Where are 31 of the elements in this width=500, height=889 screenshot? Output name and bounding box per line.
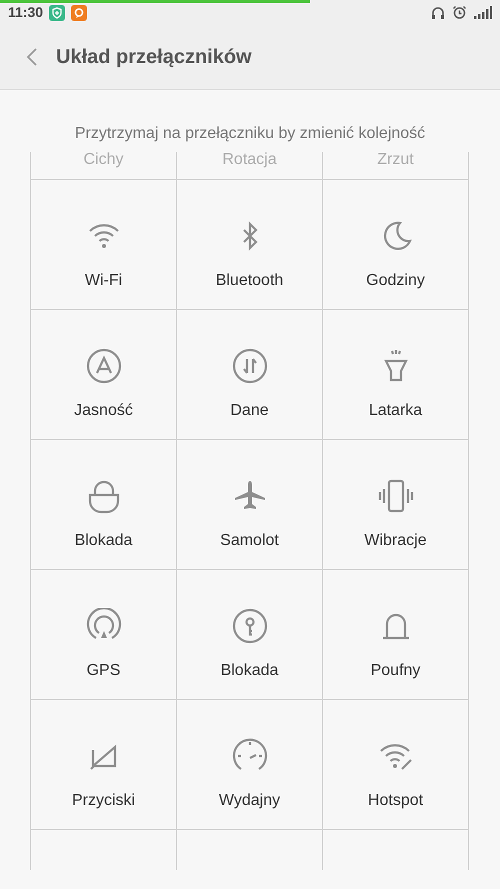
alarm-icon	[452, 5, 467, 20]
toggle-label: Godziny	[366, 271, 425, 291]
headphones-icon	[431, 6, 445, 20]
chat-app-icon	[71, 4, 88, 20]
toggle-label: Wi-Fi	[84, 271, 122, 291]
toggle-label: Blokada	[74, 531, 132, 551]
status-time: 11:30	[8, 3, 44, 22]
toggle-label: GPS	[86, 661, 120, 681]
toggle-label: Samolot	[220, 531, 279, 551]
signal-icon	[474, 6, 492, 19]
arrows-circle-icon	[232, 348, 268, 384]
key-circle-icon	[232, 608, 268, 644]
hint-text: Przytrzymaj na przełączniku by zmienić kolejność	[74, 124, 426, 144]
toggle-label: Zrzut	[377, 152, 414, 168]
toggle-label: Wydajny	[218, 791, 280, 811]
toggle-label: Przyciski	[72, 791, 136, 811]
letter-a-circle-icon	[86, 348, 122, 384]
toggle-label: Wibracje	[364, 531, 427, 551]
toggle-label: Hotspot	[368, 791, 424, 811]
shield-app-icon	[49, 4, 66, 20]
toggle-label: Jasność	[74, 401, 133, 421]
vibrating-phone-icon	[378, 478, 414, 514]
toggle-label: Dane	[230, 401, 269, 421]
screen-title: Układ przełączników	[56, 45, 252, 70]
toggle-label: Blokada	[220, 661, 278, 681]
toggle-label: Rotacja	[222, 152, 277, 168]
toggle-label: Bluetooth	[216, 271, 284, 291]
toggle-label: Latarka	[368, 401, 422, 421]
toggle-label: Cichy	[83, 152, 124, 168]
back-icon	[26, 47, 38, 67]
toggle-label: Poufny	[370, 661, 420, 681]
